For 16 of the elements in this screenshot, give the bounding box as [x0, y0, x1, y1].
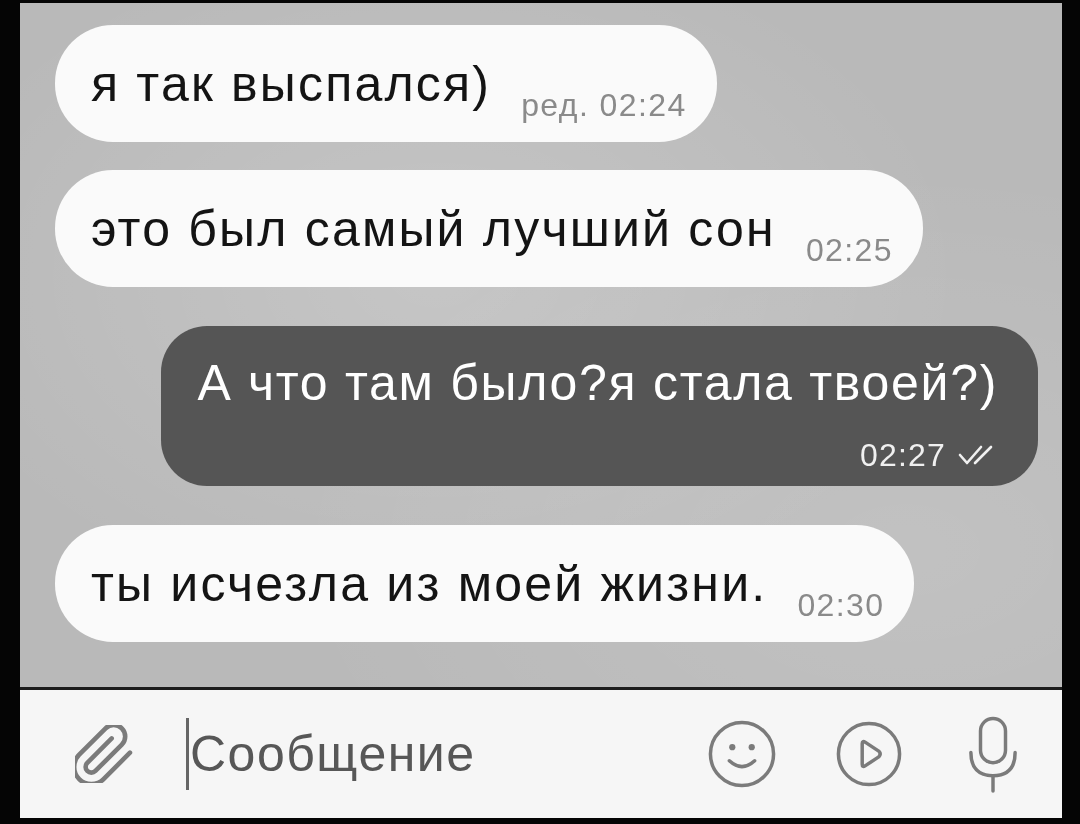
message-text: ты исчезла из моей жизни. — [91, 555, 768, 614]
message-time: 02:30 — [797, 588, 885, 622]
microphone-icon — [968, 715, 1018, 793]
emoji-button[interactable] — [708, 720, 776, 788]
message-text: А что там было?я стала твоей?) — [197, 354, 998, 413]
message-text: я так выспался) — [91, 55, 492, 114]
message-time: 02:25 — [805, 233, 893, 267]
message-time: 02:27 — [859, 438, 946, 472]
smiley-icon — [708, 720, 776, 788]
play-button[interactable] — [836, 721, 902, 787]
play-circle-icon — [836, 721, 902, 787]
message-text: это был самый лучший сон — [91, 200, 776, 259]
message-time: ред. 02:24 — [521, 88, 687, 122]
paperclip-icon — [75, 725, 133, 783]
microphone-button[interactable] — [968, 715, 1018, 793]
attach-button[interactable] — [75, 725, 133, 783]
